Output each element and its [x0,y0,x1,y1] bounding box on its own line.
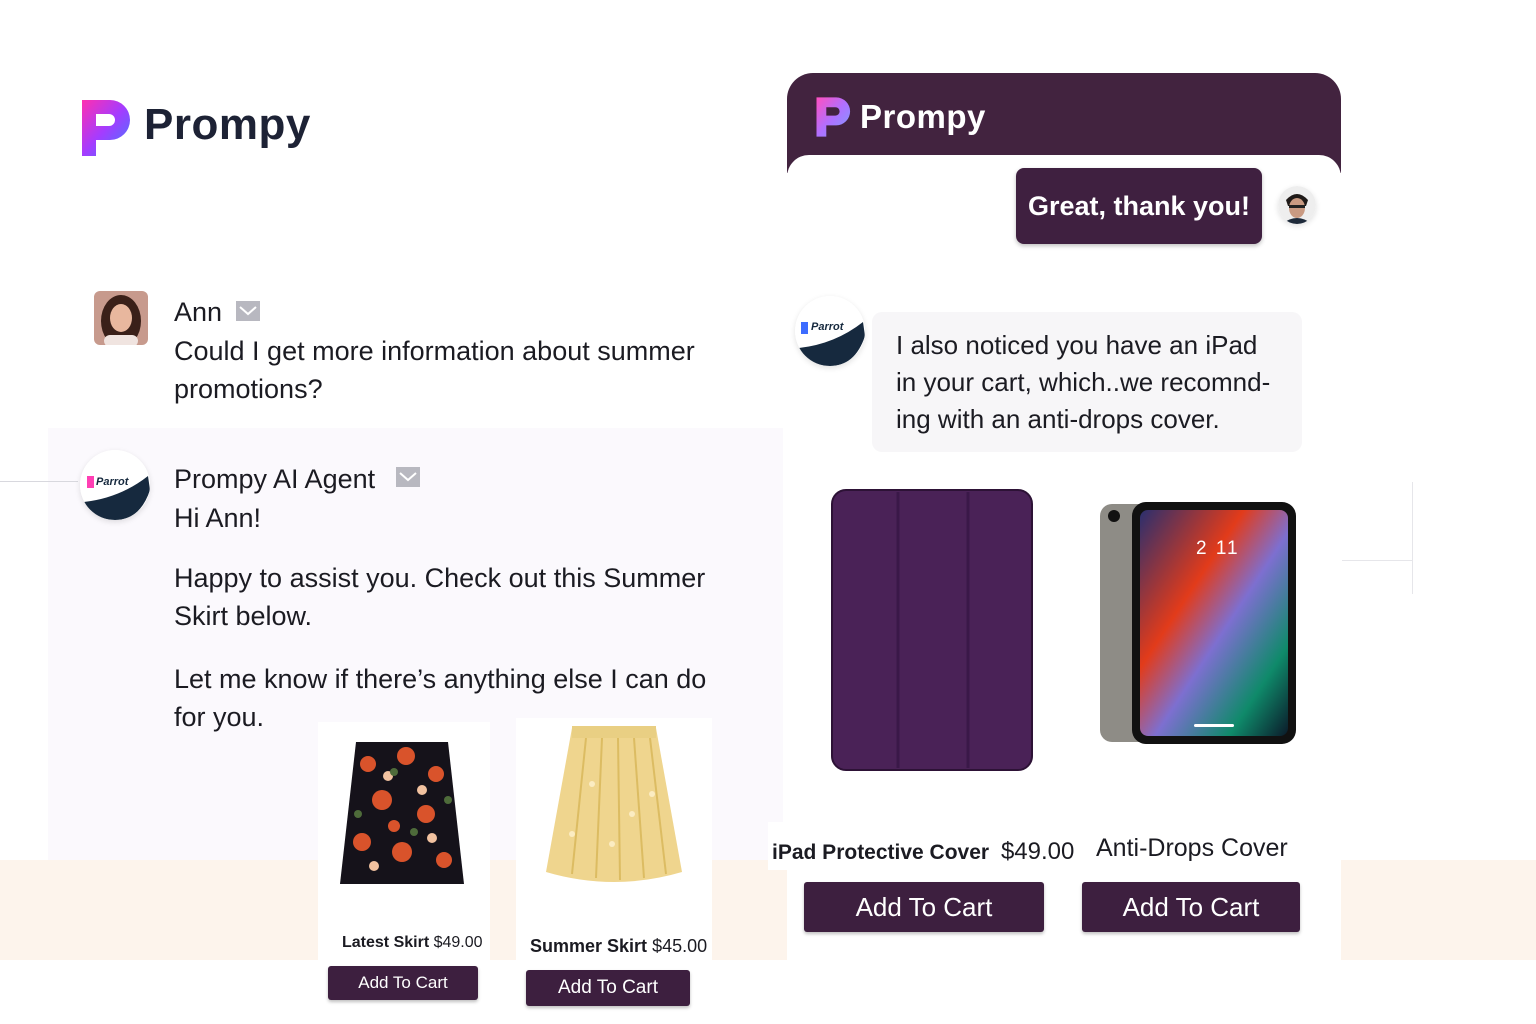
prompy-logo-icon [82,100,130,156]
agent-name: Prompy AI Agent [174,464,376,494]
product-price: $49.00 [433,934,483,951]
add-to-cart-button[interactable]: Add To Cart [328,966,478,1000]
bot-message: I also noticed you have an iPad in your … [896,330,1271,434]
product-name: Anti-Drops Cover [1096,834,1288,862]
add-to-cart-button[interactable]: Add To Cart [526,970,690,1006]
product-name: iPad Protective Cover [772,841,990,864]
product-price: $45.00 [652,936,708,956]
bot-badge-label: Parrot [96,476,129,488]
brand-title: Prompy [144,100,311,149]
chat-window-title: Prompy [860,98,986,135]
product-label-cover: iPad Protective Cover $49.00 [768,822,1074,870]
user-avatar [94,291,148,345]
add-to-cart-button[interactable]: Add To Cart [1082,882,1300,932]
agent-avatar: Parrot [795,296,865,366]
product-price: $49.00 [1000,838,1075,865]
ipad-cover-image [831,489,1033,771]
user-bubble: Great, thank you! [1016,168,1262,244]
user-avatar [1278,186,1316,224]
chevron-down-icon[interactable] [236,301,260,321]
agent-paragraph-1: Happy to assist you. Check out this Summ… [174,563,706,631]
add-to-cart-button[interactable]: Add To Cart [804,882,1044,932]
agent-greeting: Hi Ann! [174,503,262,533]
prompy-logo-icon [816,97,851,137]
divider [0,481,78,482]
yellow-skirt-image [546,726,682,882]
floral-skirt-image [340,742,464,884]
agent-avatar: Parrot [80,450,150,520]
bot-badge-label: Parrot [811,321,844,333]
divider [1412,482,1413,594]
product-name: Latest Skirt [342,934,430,951]
user-message: Could I get more information about summe… [174,336,695,404]
divider [1342,560,1412,561]
product-name: Summer Skirt [530,936,648,956]
user-name: Ann [174,297,223,327]
chevron-down-icon[interactable] [396,467,420,487]
ipad-screen-time: 2 11 [1196,538,1240,559]
